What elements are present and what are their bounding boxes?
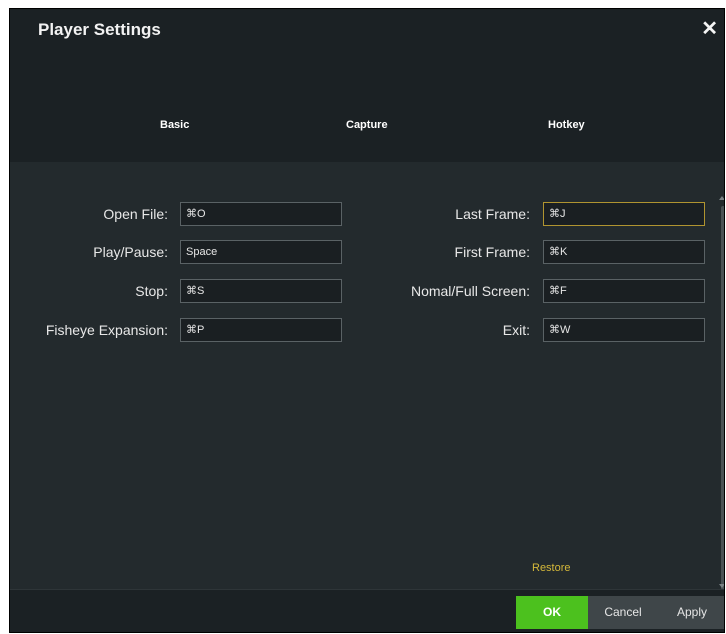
open-file-hotkey-input[interactable]: ⌘O	[180, 202, 342, 226]
restore-link[interactable]: Restore	[532, 562, 571, 574]
stop-hotkey-input[interactable]: ⌘S	[180, 279, 342, 303]
first-frame-hotkey-input[interactable]: ⌘K	[543, 240, 705, 264]
cancel-button[interactable]: Cancel	[588, 596, 658, 629]
tab-basic[interactable]: Basic	[160, 119, 189, 131]
apply-button[interactable]: Apply	[658, 596, 724, 629]
first-frame-label: First Frame:	[454, 244, 530, 260]
ok-button[interactable]: OK	[516, 596, 588, 629]
normal-full-screen-label: Nomal/Full Screen:	[410, 283, 530, 299]
dialog-title: Player Settings	[38, 20, 161, 39]
open-file-label: Open File:	[103, 206, 168, 222]
scrollbar-thumb[interactable]	[721, 206, 724, 590]
tab-bar: Basic Capture Hotkey	[10, 119, 724, 147]
tab-hotkey[interactable]: Hotkey	[548, 119, 585, 131]
normal-full-screen-hotkey-input[interactable]: ⌘F	[543, 279, 705, 303]
scroll-up-arrow-icon[interactable]	[719, 196, 724, 200]
player-settings-dialog: Player Settings ✕ Basic Capture Hotkey O…	[9, 8, 725, 633]
play-pause-hotkey-input[interactable]: Space	[180, 240, 342, 264]
play-pause-label: Play/Pause:	[93, 244, 168, 260]
fisheye-expansion-label: Fisheye Expansion:	[45, 322, 168, 338]
scroll-down-arrow-icon[interactable]	[719, 584, 724, 588]
exit-hotkey-input[interactable]: ⌘W	[543, 318, 705, 342]
stop-label: Stop:	[135, 283, 168, 299]
last-frame-hotkey-input[interactable]: ⌘J	[543, 202, 705, 226]
last-frame-label: Last Frame:	[455, 206, 530, 222]
scrollbar[interactable]	[719, 178, 724, 590]
hotkey-panel: Open File: ⌘O Play/Pause: Space Stop: ⌘S…	[10, 162, 724, 590]
close-icon[interactable]: ✕	[701, 19, 718, 39]
fisheye-expansion-hotkey-input[interactable]: ⌘P	[180, 318, 342, 342]
tab-capture[interactable]: Capture	[346, 119, 388, 131]
exit-label: Exit:	[502, 322, 530, 338]
dialog-footer: OK Cancel Apply	[10, 589, 724, 632]
